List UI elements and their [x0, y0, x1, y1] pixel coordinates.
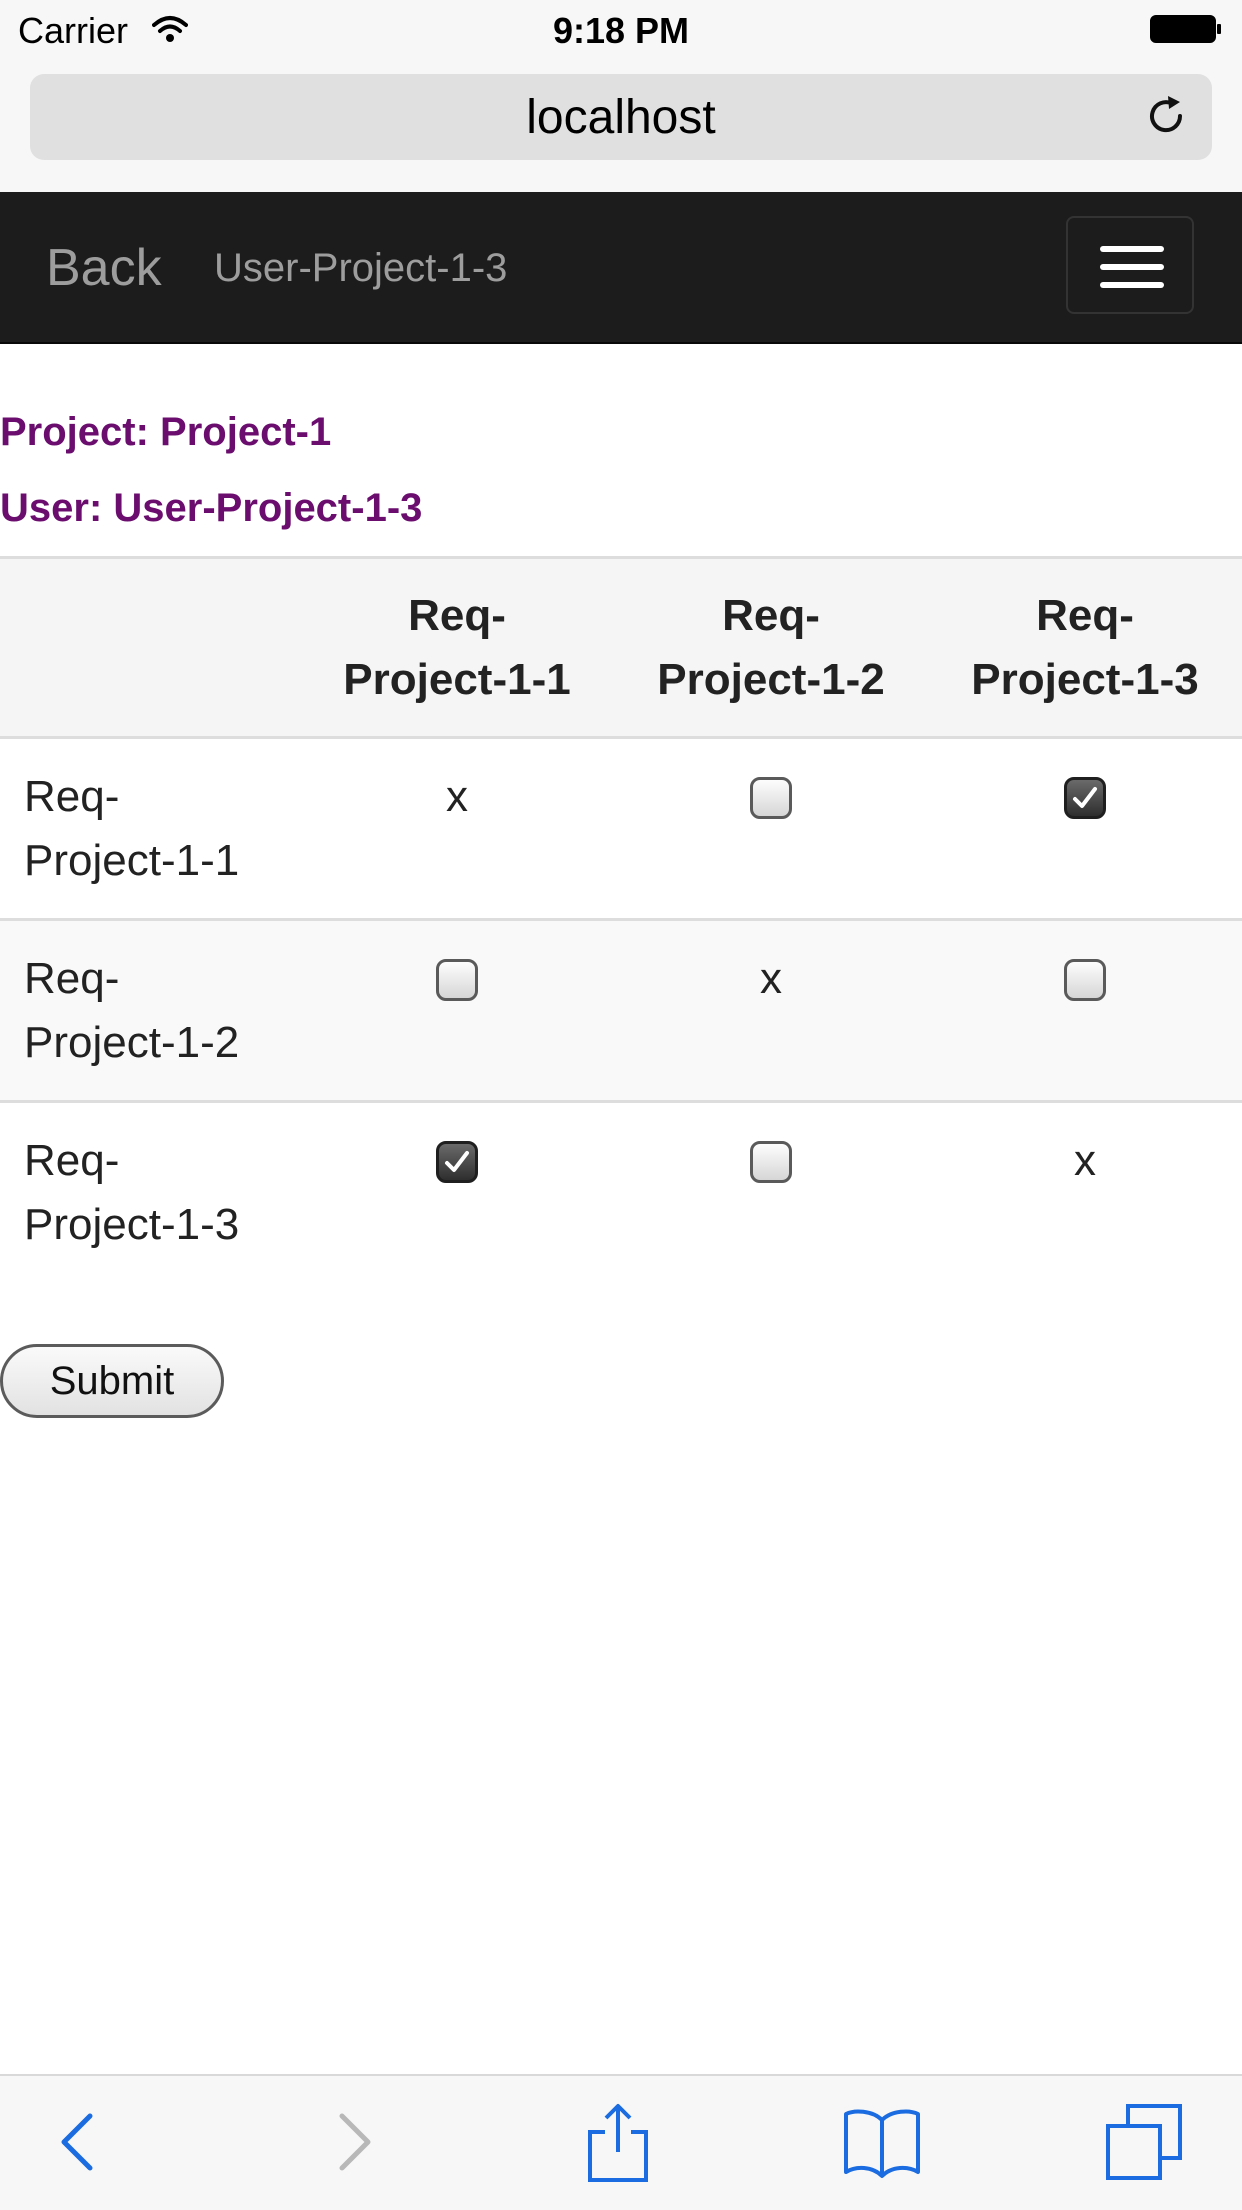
row-header: Req- Project-1-2 [0, 919, 300, 1103]
url-text[interactable]: localhost [30, 90, 1212, 145]
checkmark-icon [445, 1151, 469, 1172]
navbar-title: User-Project-1-3 [214, 246, 508, 290]
matrix-cell [928, 919, 1242, 1103]
browser-toolbar [0, 2074, 1242, 2210]
share-icon[interactable] [578, 2102, 658, 2182]
column-header: Req- Project-1-3 [928, 556, 1242, 739]
hamburger-icon [1100, 246, 1164, 252]
matrix-header-row: Req- Project-1-1 Req- Project-1-2 Req- P… [0, 556, 1242, 739]
dependency-checkbox[interactable] [750, 777, 792, 819]
bookmarks-icon[interactable] [842, 2102, 922, 2182]
submit-button[interactable]: Submit [0, 1344, 224, 1418]
matrix-cell: x [300, 737, 614, 921]
user-label: User: User-Project-1-3 [0, 486, 423, 530]
column-header: Req- Project-1-2 [614, 556, 928, 739]
row-header: Req- Project-1-1 [0, 737, 300, 921]
row-header: Req- Project-1-3 [24, 1136, 240, 1249]
dependency-checkbox-checked[interactable] [1064, 777, 1106, 819]
tabs-icon[interactable] [1104, 2102, 1184, 2182]
matrix-cell [300, 1102, 614, 1284]
dependency-checkbox-checked[interactable] [436, 1141, 478, 1183]
matrix-cell: x [614, 919, 928, 1103]
self-reference-mark: x [446, 772, 468, 821]
project-label: Project: Project-1 [0, 410, 332, 454]
status-bar: Carrier 9:18 PM [0, 0, 1242, 62]
menu-toggle-button[interactable] [1066, 216, 1194, 314]
dependency-checkbox[interactable] [1064, 959, 1106, 1001]
matrix-cell [300, 919, 614, 1103]
matrix-cell: x [928, 1102, 1242, 1284]
back-arrow-icon[interactable] [38, 2102, 118, 2182]
app-navbar: Back User-Project-1-3 [0, 192, 1242, 344]
matrix-cell [614, 1102, 928, 1284]
requirement-matrix: Req- Project-1-1 Req- Project-1-2 Req- P… [0, 556, 1242, 1284]
back-link[interactable]: Back [46, 238, 162, 298]
forward-arrow-icon[interactable] [314, 2102, 394, 2182]
reload-icon[interactable] [1142, 92, 1190, 140]
table-row: Req- Project-1-1 x [0, 737, 1242, 921]
dependency-checkbox[interactable] [750, 1141, 792, 1183]
url-bar[interactable]: localhost [30, 74, 1212, 160]
hamburger-icon [1100, 282, 1164, 288]
hamburger-icon [1100, 264, 1164, 270]
matrix-cell [614, 737, 928, 921]
matrix-cell [928, 737, 1242, 921]
self-reference-mark: x [760, 954, 782, 1003]
matrix-corner-header [0, 556, 300, 739]
column-header: Req- Project-1-1 [300, 556, 614, 739]
self-reference-mark: x [1074, 1136, 1096, 1185]
checkmark-icon [1073, 787, 1097, 808]
browser-chrome-top: Carrier 9:18 PM localhost [0, 0, 1242, 192]
dependency-checkbox[interactable] [436, 959, 478, 1001]
table-row: Req- Project-1-2 x [0, 919, 1242, 1103]
table-row: Req- Project-1-3 x [0, 1102, 1242, 1284]
battery-icon [1150, 15, 1221, 43]
status-time: 9:18 PM [552, 10, 690, 51]
